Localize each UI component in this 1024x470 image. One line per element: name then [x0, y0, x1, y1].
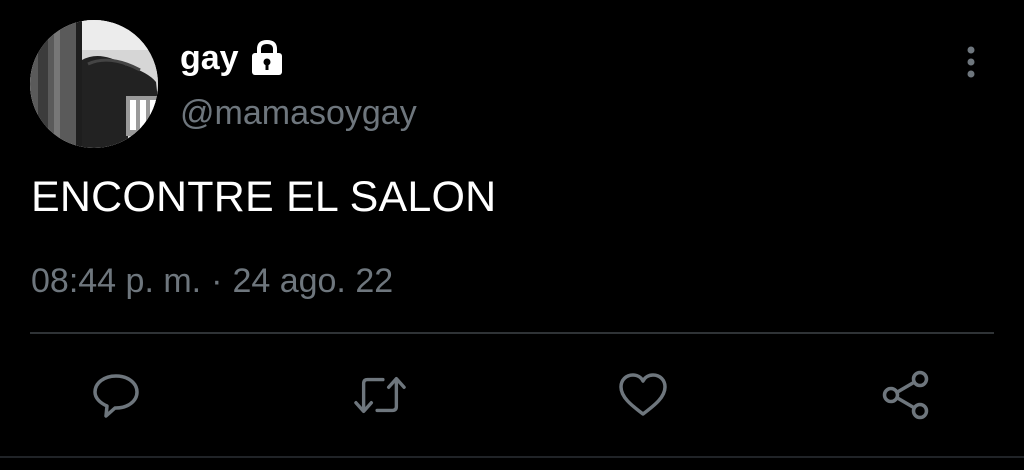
- tweet-time[interactable]: 08:44 p. m.: [31, 262, 201, 300]
- bottom-divider: [0, 456, 1024, 458]
- reply-button[interactable]: [90, 370, 142, 420]
- tweet-meta: 08:44 p. m. · 24 ago. 22: [31, 264, 393, 298]
- user-handle[interactable]: @mamasoygay: [180, 96, 417, 130]
- meta-separator: ·: [211, 262, 223, 300]
- lock-icon: [249, 39, 285, 77]
- tweet-text: ENCONTRE EL SALON: [31, 173, 497, 221]
- tweet-card: gay @mamasoygay ENCONTRE EL SALON 08:44 …: [0, 0, 1024, 470]
- retweet-icon: [354, 376, 406, 414]
- display-name[interactable]: gay: [180, 41, 239, 75]
- share-icon: [882, 370, 929, 420]
- tweet-date[interactable]: 24 ago. 22: [232, 262, 393, 300]
- like-icon: [619, 373, 667, 416]
- retweet-button[interactable]: [354, 370, 406, 420]
- reply-icon: [93, 374, 139, 418]
- display-name-row: gay: [180, 36, 285, 80]
- avatar[interactable]: [30, 20, 158, 148]
- divider: [30, 332, 994, 334]
- share-button[interactable]: [880, 370, 932, 420]
- more-vertical-icon[interactable]: [958, 44, 984, 82]
- like-button[interactable]: [617, 370, 669, 420]
